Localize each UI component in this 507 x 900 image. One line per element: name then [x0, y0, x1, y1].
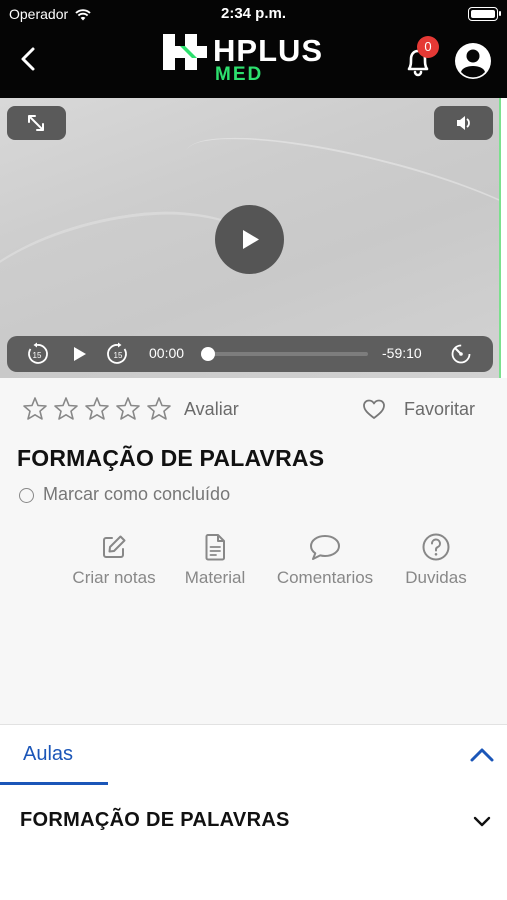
action-label: Duvidas — [405, 568, 467, 587]
document-icon — [205, 534, 225, 561]
material-button[interactable]: Material — [176, 532, 254, 588]
questions-button[interactable]: Duvidas — [396, 532, 476, 588]
help-icon — [422, 533, 450, 561]
play-button[interactable] — [215, 205, 284, 274]
logo-sub: MED — [215, 64, 264, 85]
star-icon[interactable] — [146, 396, 172, 421]
seek-bar[interactable] — [201, 347, 368, 361]
create-notes-button[interactable]: Criar notas — [62, 532, 166, 588]
volume-button[interactable] — [434, 106, 493, 140]
video-player[interactable]: 15 15 00:00 -59:10 — [0, 98, 500, 378]
forward-15-icon[interactable]: 15 — [106, 342, 130, 366]
favorite-label[interactable]: Favoritar — [404, 399, 475, 420]
video-edge — [499, 98, 501, 378]
app-header: Operador 2:34 p.m. HPLUS MED 0 — [0, 0, 507, 98]
star-icon[interactable] — [53, 396, 79, 421]
expand-icon — [28, 115, 44, 131]
action-label: Material — [184, 568, 246, 587]
fullscreen-button[interactable] — [7, 106, 66, 140]
remaining-time: -59:10 — [382, 345, 422, 361]
status-time: 2:34 p.m. — [220, 5, 287, 22]
lesson-list-item[interactable]: FORMAÇÃO DE PALAVRAS — [20, 809, 290, 832]
battery-icon — [468, 7, 501, 21]
status-bar: Operador 2:34 p.m. — [0, 0, 507, 28]
star-icon[interactable] — [84, 396, 110, 421]
edit-icon — [103, 535, 126, 558]
lesson-info: Avaliar Favoritar FORMAÇÃO DE PALAVRAS M… — [0, 378, 507, 724]
tab-indicator — [0, 782, 108, 785]
back-button[interactable] — [14, 44, 44, 74]
logo-word: HPLUS — [213, 33, 324, 68]
seek-handle[interactable] — [201, 347, 215, 361]
rate-label[interactable]: Avaliar — [184, 399, 239, 420]
rewind-15-icon[interactable]: 15 — [25, 342, 49, 366]
logo-mark-icon — [163, 34, 207, 70]
profile-icon[interactable] — [454, 42, 492, 80]
current-time: 00:00 — [149, 345, 185, 361]
playback-speed-icon[interactable] — [449, 342, 473, 366]
mark-done-label[interactable]: Marcar como concluído — [43, 484, 230, 505]
notification-badge: 0 — [417, 36, 439, 58]
tab-aulas[interactable]: Aulas — [23, 743, 73, 766]
mark-done-checkbox[interactable] — [19, 488, 34, 503]
play-icon — [243, 230, 259, 249]
play-small-icon[interactable] — [67, 342, 91, 366]
speaker-icon — [457, 116, 470, 130]
svg-text:15: 15 — [33, 351, 42, 360]
hplus-med-logo: HPLUS MED — [163, 34, 343, 86]
section-divider — [0, 724, 507, 725]
lesson-title: FORMAÇÃO DE PALAVRAS — [17, 445, 325, 471]
chevron-down-icon[interactable] — [472, 815, 492, 829]
svg-text:15: 15 — [114, 351, 123, 360]
star-icon[interactable] — [22, 396, 48, 421]
star-rating[interactable] — [22, 396, 172, 421]
action-label: Comentarios — [276, 568, 374, 587]
heart-icon[interactable] — [362, 398, 386, 420]
comment-icon — [310, 535, 340, 560]
action-label: Criar notas — [72, 568, 156, 587]
star-icon[interactable] — [115, 396, 141, 421]
player-controls: 15 15 00:00 -59:10 — [7, 336, 493, 372]
comments-button[interactable]: Comentarios — [264, 532, 386, 588]
chevron-up-icon[interactable] — [469, 744, 495, 766]
